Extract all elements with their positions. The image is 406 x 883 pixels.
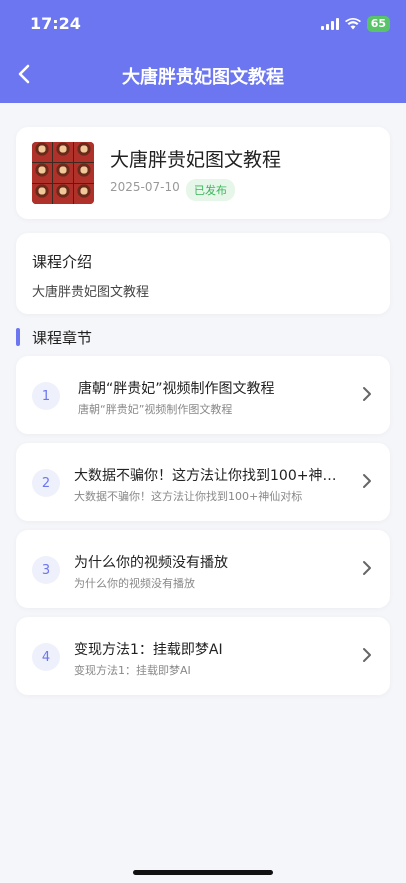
chapter-number: 3 — [32, 556, 60, 584]
chapters-section-header: 课程章节 — [16, 327, 92, 347]
wifi-icon — [344, 18, 361, 30]
chapter-title: 变现方法1：挂载即梦AI — [74, 642, 223, 658]
chapter-number: 1 — [32, 382, 60, 410]
battery-icon: 65 — [366, 16, 390, 32]
chapter-number: 4 — [32, 643, 60, 671]
chapter-number: 2 — [32, 469, 60, 497]
chapter-item[interactable]: 3 为什么你的视频没有播放 为什么你的视频没有播放 — [16, 530, 390, 608]
intro-text: 大唐胖贵妃图文教程 — [32, 285, 150, 300]
status-time: 17:24 — [30, 14, 81, 33]
chapter-title: 大数据不骗你！这方法让你找到100+神仙对标 — [74, 468, 346, 484]
chevron-right-icon — [363, 561, 371, 575]
chapter-item[interactable]: 4 变现方法1：挂载即梦AI 变现方法1：挂载即梦AI — [16, 617, 390, 695]
chapter-title: 为什么你的视频没有播放 — [74, 555, 228, 571]
chapter-title: 唐朝“胖贵妃”视频制作图文教程 — [78, 381, 275, 397]
home-indicator[interactable] — [133, 870, 273, 875]
course-date: 2025-07-10 — [110, 180, 180, 194]
chapter-subtitle: 为什么你的视频没有播放 — [74, 577, 195, 590]
chapter-item[interactable]: 2 大数据不骗你！这方法让你找到100+神仙对标 大数据不骗你！这方法让你找到1… — [16, 443, 390, 521]
status-badge: 已发布 — [186, 179, 235, 201]
status-icons: 65 — [320, 14, 390, 34]
status-bar: 17:24 65 — [0, 0, 406, 48]
course-thumbnail — [32, 142, 94, 204]
chevron-right-icon — [363, 474, 371, 488]
chapter-subtitle: 大数据不骗你！这方法让你找到100+神仙对标 — [74, 490, 303, 503]
signal-icon — [320, 18, 339, 30]
course-title: 大唐胖贵妃图文教程 — [110, 149, 282, 171]
intro-card: 课程介绍 大唐胖贵妃图文教程 — [16, 233, 390, 314]
chapters-heading: 课程章节 — [32, 328, 93, 347]
chapter-subtitle: 变现方法1：挂载即梦AI — [74, 664, 191, 677]
nav-bar: 大唐胖贵妃图文教程 — [0, 48, 406, 103]
chevron-right-icon — [363, 387, 371, 401]
section-accent-bar — [16, 328, 20, 346]
chevron-right-icon — [363, 648, 371, 662]
page-title: 大唐胖贵妃图文教程 — [122, 67, 284, 88]
intro-heading: 课程介绍 — [32, 253, 93, 271]
course-card: 大唐胖贵妃图文教程 2025-07-10 已发布 — [16, 127, 390, 219]
header: 17:24 65 大唐胖贵妃图文教程 — [0, 0, 406, 103]
chapter-item[interactable]: 1 唐朝“胖贵妃”视频制作图文教程 唐朝“胖贵妃”视频制作图文教程 — [16, 356, 390, 434]
chapter-subtitle: 唐朝“胖贵妃”视频制作图文教程 — [78, 403, 233, 416]
